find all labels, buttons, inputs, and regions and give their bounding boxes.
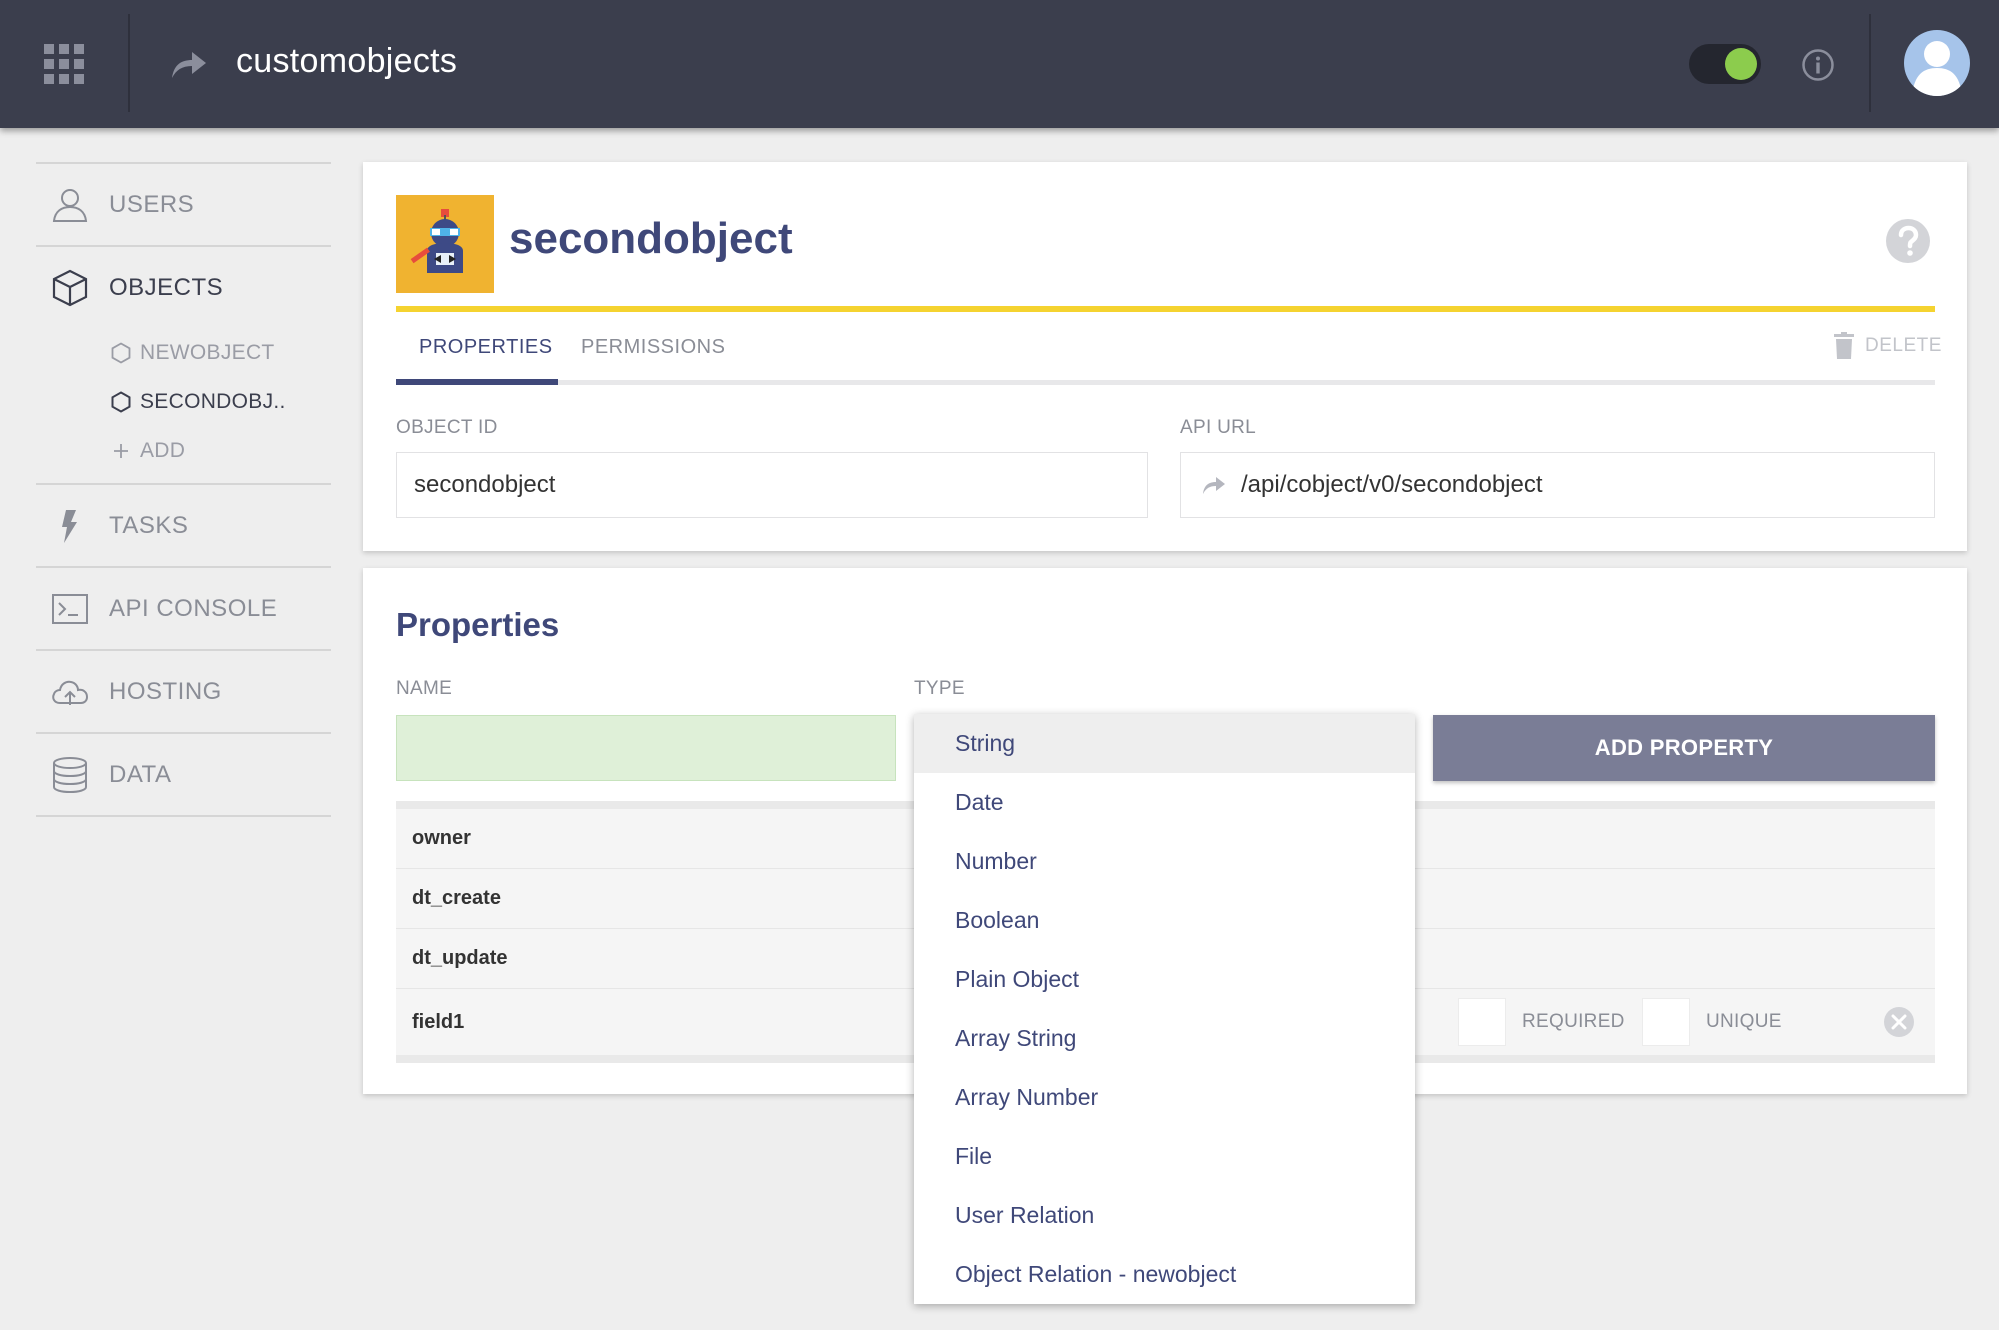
status-toggle[interactable] — [1689, 44, 1761, 84]
remove-icon[interactable] — [1883, 1006, 1915, 1038]
cube-icon — [52, 269, 88, 306]
dropdown-option-user-relation[interactable]: User Relation — [914, 1186, 1415, 1245]
sidebar-subitem-label: SECONDOBJ.. — [140, 389, 286, 413]
dropdown-option-object-relation[interactable]: Object Relation - newobject — [914, 1245, 1415, 1304]
object-id-field[interactable]: secondobject — [396, 452, 1148, 518]
sidebar-item-label: API CONSOLE — [109, 594, 278, 622]
object-title: secondobject — [509, 214, 793, 263]
add-property-button[interactable]: ADD PROPERTY — [1433, 715, 1935, 781]
app-title: customobjects — [236, 42, 458, 80]
sidebar-subitem-secondobject[interactable]: SECONDOBJ.. — [36, 377, 331, 426]
dropdown-option-file[interactable]: File — [914, 1127, 1415, 1186]
active-tab-indicator — [396, 379, 558, 385]
sidebar-item-objects[interactable]: OBJECTS — [36, 247, 331, 328]
accent-divider — [396, 306, 1935, 312]
sidebar-subitem-add[interactable]: ADD — [36, 426, 331, 475]
help-icon[interactable] — [1885, 218, 1931, 264]
sidebar-subitem-label: ADD — [140, 438, 186, 462]
terminal-icon — [52, 593, 88, 624]
hexagon-icon — [111, 390, 131, 413]
api-url-label: API URL — [1180, 417, 1257, 438]
toggle-knob — [1725, 48, 1757, 80]
sidebar-item-tasks[interactable]: TASKS — [36, 485, 331, 566]
sidebar-item-label: USERS — [109, 190, 195, 218]
object-logo — [396, 195, 494, 293]
cloud-upload-icon — [52, 680, 89, 705]
plus-icon — [114, 443, 128, 458]
sidebar-item-data[interactable]: DATA — [36, 734, 331, 815]
sidebar-item-users[interactable]: USERS — [36, 164, 331, 245]
database-icon — [53, 756, 87, 793]
delete-button[interactable]: DELETE — [1833, 332, 1942, 360]
share-arrow-icon — [1203, 477, 1225, 494]
required-checkbox[interactable] — [1458, 998, 1506, 1046]
delete-label: DELETE — [1865, 335, 1942, 356]
dropdown-option-plain-object[interactable]: Plain Object — [914, 950, 1415, 1009]
type-dropdown-menu[interactable]: String Date Number Boolean Plain Object … — [914, 714, 1415, 1304]
property-name: field1 — [412, 1010, 465, 1033]
name-label: NAME — [396, 678, 453, 699]
dropdown-option-number[interactable]: Number — [914, 832, 1415, 891]
sidebar: USERS OBJECTS NEWOBJECT SECONDOBJ.. ADD … — [36, 162, 331, 817]
sidebar-item-label: DATA — [109, 760, 172, 788]
property-name: owner — [412, 827, 471, 849]
tabs-track — [396, 380, 1935, 385]
unique-label: UNIQUE — [1706, 1011, 1782, 1032]
object-id-label: OBJECT ID — [396, 417, 498, 438]
user-icon — [52, 188, 88, 222]
sidebar-item-label: HOSTING — [109, 677, 222, 705]
sidebar-divider — [36, 815, 331, 817]
dropdown-option-array-string[interactable]: Array String — [914, 1009, 1415, 1068]
trash-icon — [1834, 332, 1854, 359]
header-divider — [128, 14, 130, 112]
sidebar-item-api-console[interactable]: API CONSOLE — [36, 568, 331, 649]
unique-checkbox[interactable] — [1642, 998, 1690, 1046]
apps-grid-icon[interactable] — [44, 44, 84, 84]
tab-permissions[interactable]: PERMISSIONS — [581, 336, 725, 359]
person-silhouette-icon — [1912, 41, 1962, 96]
api-url-value: /api/cobject/v0/secondobject — [1241, 471, 1543, 498]
type-label: TYPE — [914, 678, 965, 699]
sidebar-item-label: OBJECTS — [109, 273, 224, 301]
property-name-input[interactable] — [396, 715, 896, 781]
info-icon[interactable] — [1801, 48, 1835, 82]
share-arrow-icon — [172, 52, 206, 78]
top-bar: customobjects — [0, 0, 1999, 128]
lightning-icon — [62, 509, 77, 543]
dropdown-option-date[interactable]: Date — [914, 773, 1415, 832]
header-divider — [1869, 14, 1871, 112]
required-label: REQUIRED — [1522, 1011, 1625, 1032]
api-url-field[interactable]: /api/cobject/v0/secondobject — [1180, 452, 1935, 518]
sidebar-item-label: TASKS — [109, 511, 189, 539]
sidebar-subitem-label: NEWOBJECT — [140, 340, 275, 364]
dropdown-option-array-number[interactable]: Array Number — [914, 1068, 1415, 1127]
user-avatar[interactable] — [1904, 30, 1970, 96]
properties-title: Properties — [396, 606, 560, 643]
sidebar-subitem-newobject[interactable]: NEWOBJECT — [36, 328, 331, 377]
object-card: secondobject PROPERTIES PERMISSIONS DELE… — [363, 162, 1967, 551]
sidebar-item-hosting[interactable]: HOSTING — [36, 651, 331, 732]
tab-properties[interactable]: PROPERTIES — [419, 336, 553, 359]
dropdown-option-boolean[interactable]: Boolean — [914, 891, 1415, 950]
robot-icon — [410, 209, 463, 273]
hexagon-icon — [111, 341, 131, 364]
property-name: dt_update — [412, 947, 508, 969]
property-name: dt_create — [412, 887, 501, 909]
object-id-value: secondobject — [414, 471, 556, 498]
dropdown-option-string[interactable]: String — [914, 714, 1415, 773]
